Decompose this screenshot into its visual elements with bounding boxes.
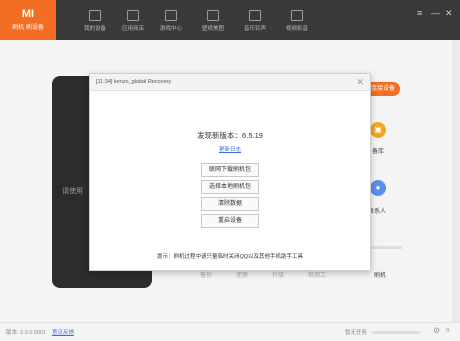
dialog-close-icon[interactable]: ✕ <box>356 74 364 90</box>
nav-label: 视频影音 <box>285 26 308 32</box>
save-icon[interactable]: ▣ <box>370 122 386 138</box>
video-icon <box>291 10 303 21</box>
select-local-rom-button[interactable]: 选择本地刷机包 <box>201 180 259 194</box>
nav-music[interactable]: 音乐铃声 <box>236 0 274 40</box>
nav-label: 壁纸美图 <box>201 26 224 32</box>
task-status: 暂无任务 <box>345 330 368 336</box>
nav-label: 游戏中心 <box>159 26 182 32</box>
action-upgrade[interactable]: 升级 <box>272 270 284 279</box>
phone-hint-text: 请使用 <box>62 188 83 195</box>
recovery-dialog: [11:34] kenzo_global Recovery ✕ 发现新版本：6.… <box>89 73 371 271</box>
nav-wallpaper[interactable]: 壁纸美图 <box>194 0 232 40</box>
brand-tab[interactable]: MI 刷机 刷设备 <box>0 0 56 40</box>
brand-label: 刷机 刷设备 <box>12 25 44 31</box>
action-backup[interactable]: 备份 <box>200 270 212 279</box>
version-label: 版本: 2.3.0.0001 <box>6 330 47 336</box>
action-check[interactable]: 检测工 <box>308 270 326 279</box>
scrollbar[interactable] <box>452 40 460 322</box>
gear-icon[interactable]: ⚙ <box>433 326 440 335</box>
nav-game-center[interactable]: 游戏中心 <box>152 0 190 40</box>
flash-button[interactable]: 刷机 <box>374 270 386 279</box>
tile-label-backup: 备库 <box>372 149 385 155</box>
menu-icon[interactable]: ≡ <box>417 8 422 18</box>
dialog-hint: 提示：刷机过程中请只量临时关闭QQ以及其他手机助手工具 <box>156 254 304 260</box>
new-version-text: 发现新版本：6.5.19 <box>197 131 263 140</box>
close-icon[interactable]: ✕ <box>445 8 453 19</box>
changelog-link[interactable]: 更新日志 <box>90 145 370 153</box>
status-bar: 版本: 2.3.0.0001 意见反馈 暂无任务 ⚙ 0 <box>0 322 460 341</box>
mi-logo: MI <box>21 8 35 20</box>
dialog-title: [11:34] kenzo_global Recovery <box>96 79 172 85</box>
bag-icon <box>127 10 139 21</box>
music-icon <box>249 10 261 21</box>
dialog-title-bar: [11:34] kenzo_global Recovery ✕ <box>90 74 370 91</box>
minimize-icon[interactable]: — <box>431 8 440 18</box>
storage-bar <box>370 246 402 249</box>
nav-my-device[interactable]: 我的设备 <box>76 0 114 40</box>
nav-label: 我的设备 <box>83 26 106 32</box>
top-navigation-bar: MI 刷机 刷设备 我的设备 应用商店 游戏中心 壁纸美图 音乐铃声 视频影音 … <box>0 0 460 40</box>
action-restore[interactable]: 还原 <box>236 270 248 279</box>
task-count: 0 <box>446 328 450 334</box>
download-rom-button[interactable]: 联网下载刷机包 <box>201 163 259 177</box>
nav-video[interactable]: 视频影音 <box>278 0 316 40</box>
gamepad-icon <box>165 10 177 21</box>
nav-app-store[interactable]: 应用商店 <box>114 0 152 40</box>
phone-icon <box>89 10 101 21</box>
user-icon[interactable]: ● <box>370 180 386 196</box>
wipe-data-button[interactable]: 清除数据 <box>201 197 259 211</box>
nav-label: 音乐铃声 <box>243 26 266 32</box>
task-progress-bar <box>372 331 420 334</box>
nav-label: 应用商店 <box>121 26 144 32</box>
reboot-device-button[interactable]: 重启设备 <box>201 214 259 228</box>
feedback-link[interactable]: 意见反馈 <box>52 328 74 336</box>
image-icon <box>207 10 219 21</box>
